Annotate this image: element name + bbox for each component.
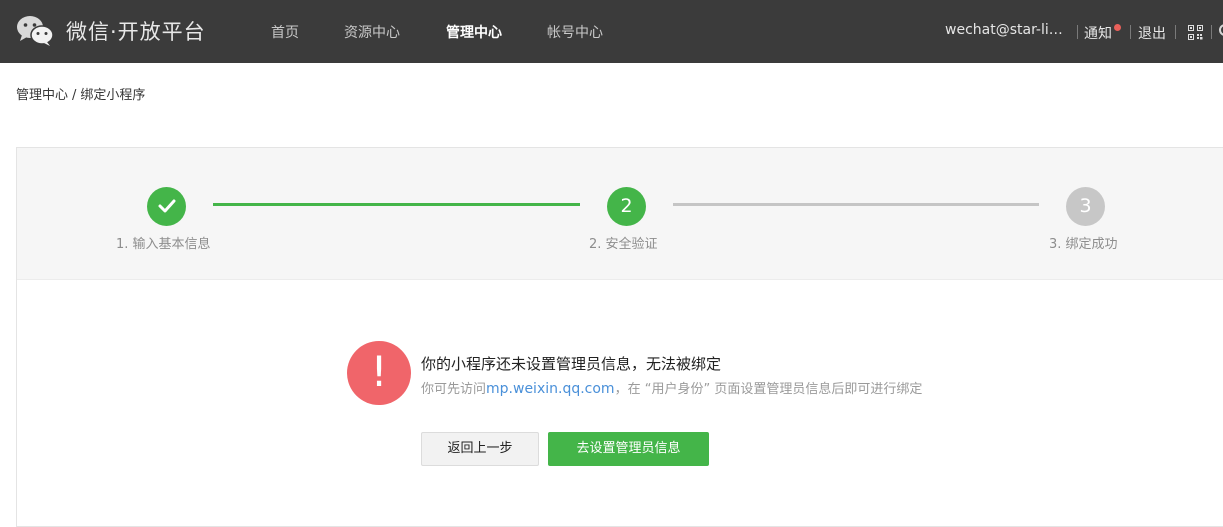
nav-resource-center[interactable]: 资源中心 [344,22,400,42]
top-navigation-bar: 微信·开放平台 首页 资源中心 管理中心 帐号中心 wechat@star-li… [0,0,1223,63]
step-3-marker: 3 [1066,187,1105,226]
help-icon[interactable] [1219,24,1223,36]
wechat-logo-icon[interactable] [16,14,54,46]
divider [1077,25,1078,39]
notification-dot [1114,24,1121,31]
nav-home[interactable]: 首页 [271,22,299,42]
breadcrumb-parent[interactable]: 管理中心 [16,88,68,103]
qr-code-icon[interactable] [1188,25,1203,40]
divider [1130,25,1131,39]
back-button[interactable]: 返回上一步 [421,432,539,466]
logout-link[interactable]: 退出 [1138,23,1166,43]
message-description: 你可先访问mp.weixin.qq.com，在 “用户身份” 页面设置管理员信息… [421,378,922,397]
notifications-link[interactable]: 通知 [1084,23,1112,43]
step-2-marker: 2 [607,187,646,226]
breadcrumb: 管理中心 / 绑定小程序 [16,84,145,103]
account-email[interactable]: wechat@star-livi... [945,22,1071,38]
message-desc-prefix: 你可先访问 [421,382,487,397]
check-icon [158,199,175,213]
divider [1175,25,1176,39]
step-1-marker [147,187,186,226]
nav-account-center[interactable]: 帐号中心 [547,22,603,42]
message-desc-suffix: ，在 “用户身份” 页面设置管理员信息后即可进行绑定 [614,382,923,397]
progress-steps: 1. 输入基本信息 2 2. 安全验证 3 3. 绑定成功 [17,148,1223,280]
step-connector-todo [673,203,1039,206]
set-admin-info-button[interactable]: 去设置管理员信息 [548,432,709,466]
step-connector-done [213,203,580,206]
divider [1211,25,1212,39]
breadcrumb-separator: / [72,88,77,103]
brand-title[interactable]: 微信·开放平台 [66,16,206,46]
step-1-label: 1. 输入基本信息 [116,237,211,252]
bind-miniprogram-card: 1. 输入基本信息 2 2. 安全验证 3 3. 绑定成功 ! 你的小程序还未设… [16,147,1223,527]
step-3-label: 3. 绑定成功 [1049,237,1118,252]
exclamation-icon: ! [347,341,411,405]
breadcrumb-current: 绑定小程序 [80,88,146,103]
step-2-label: 2. 安全验证 [589,237,658,252]
message-title: 你的小程序还未设置管理员信息，无法被绑定 [421,355,722,373]
nav-management-center[interactable]: 管理中心 [446,22,502,42]
mp-weixin-link[interactable]: mp.weixin.qq.com [486,381,615,397]
